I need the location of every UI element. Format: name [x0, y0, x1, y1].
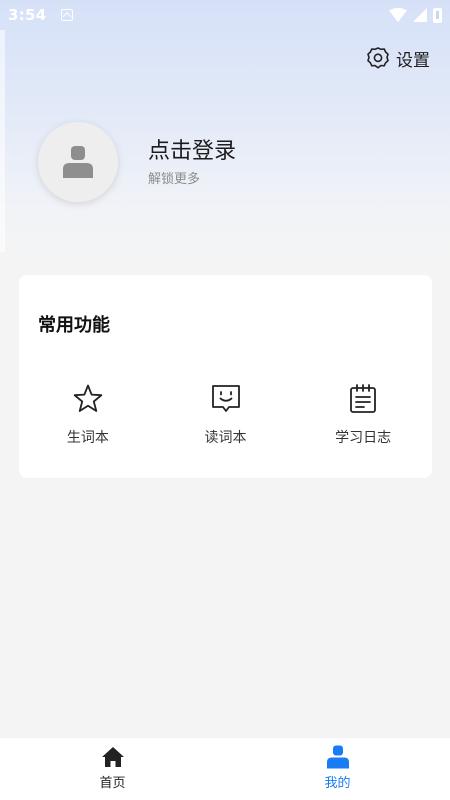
star-icon [72, 383, 104, 415]
smile-message-icon [210, 383, 242, 415]
avatar[interactable] [38, 122, 118, 202]
settings-button[interactable]: 设置 [366, 44, 430, 72]
profile-screen: 3:54 设置 点击登录 解锁更多 常用功能 生词本 读词本 学习日志 首页 我… [0, 0, 450, 800]
login-subtitle: 解锁更多 [148, 172, 201, 187]
settings-label: 设置 [396, 50, 430, 71]
status-bar: 3:54 [0, 0, 450, 30]
feature-label: 读词本 [204, 430, 247, 446]
feature-label: 学习日志 [335, 430, 392, 446]
notification-icon [60, 9, 73, 21]
nav-home[interactable]: 首页 [0, 738, 225, 800]
status-time: 3:54 [8, 6, 47, 24]
battery-icon [433, 7, 442, 23]
user-icon [326, 745, 350, 769]
feature-label: 生词本 [66, 430, 109, 446]
bottom-navigation: 首页 我的 [0, 738, 450, 800]
signal-icon [413, 8, 427, 22]
gear-icon [367, 47, 389, 69]
feature-list: 生词本 读词本 学习日志 [19, 383, 432, 447]
home-icon [101, 745, 125, 769]
card-title: 常用功能 [38, 315, 110, 336]
nav-mine[interactable]: 我的 [225, 738, 450, 800]
common-functions-card: 常用功能 生词本 读词本 学习日志 [19, 275, 432, 478]
feature-study-log[interactable]: 学习日志 [294, 383, 432, 447]
feature-vocabulary-book[interactable]: 生词本 [19, 383, 157, 447]
nav-home-label: 首页 [99, 776, 126, 791]
feature-reading-book[interactable]: 读词本 [157, 383, 295, 447]
left-edge-highlight [0, 30, 5, 252]
user-icon [63, 146, 93, 178]
nav-mine-label: 我的 [324, 776, 351, 791]
status-right [389, 7, 442, 23]
login-title[interactable]: 点击登录 [148, 133, 236, 165]
status-left: 3:54 [8, 6, 73, 24]
wifi-icon [389, 8, 407, 22]
notebook-icon [347, 383, 379, 415]
